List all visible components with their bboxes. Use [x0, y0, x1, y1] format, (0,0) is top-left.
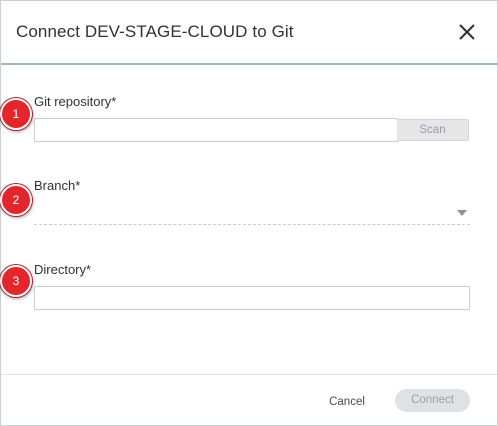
- connect-git-dialog: Connect DEV-STAGE-CLOUD to Git Git repos…: [0, 0, 498, 426]
- footer-divider: [1, 374, 497, 375]
- git-repository-label: Git repository*: [34, 94, 117, 109]
- annotation-marker-2: 2: [0, 184, 32, 216]
- connect-button[interactable]: Connect: [395, 389, 470, 412]
- annotation-marker-1: 1: [0, 98, 32, 130]
- branch-label: Branch*: [34, 178, 81, 193]
- git-repository-input[interactable]: [34, 118, 398, 142]
- branch-select[interactable]: [34, 203, 470, 225]
- dialog-title: Connect DEV-STAGE-CLOUD to Git: [16, 22, 294, 41]
- cancel-button[interactable]: Cancel: [319, 392, 375, 412]
- close-icon[interactable]: [457, 22, 477, 42]
- annotation-marker-3: 3: [0, 265, 32, 297]
- chevron-down-icon: [457, 210, 467, 216]
- directory-input[interactable]: [34, 286, 470, 310]
- dialog-header: Connect DEV-STAGE-CLOUD to Git: [1, 1, 497, 65]
- scan-button[interactable]: Scan: [397, 119, 469, 141]
- directory-label: Directory*: [34, 262, 92, 277]
